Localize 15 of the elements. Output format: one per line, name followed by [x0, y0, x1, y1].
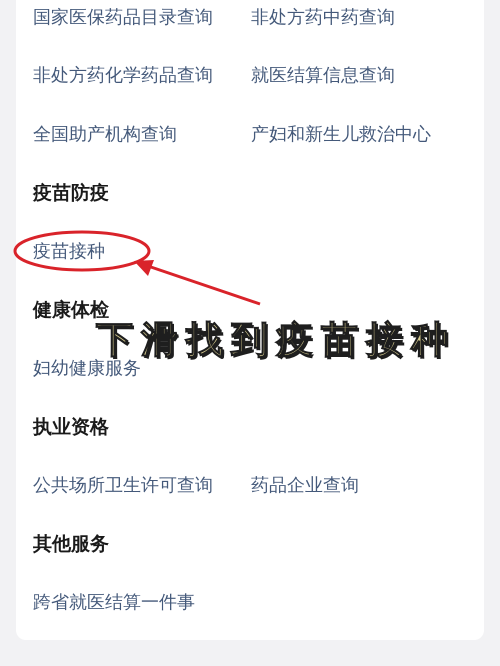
service-link[interactable]: 产妇和新生儿救治中心 — [251, 120, 431, 148]
section-heading: 其他服务 — [33, 532, 109, 556]
service-link[interactable]: 国家医保药品目录查询 — [33, 4, 213, 31]
service-link[interactable]: 就医结算信息查询 — [251, 62, 395, 90]
service-link[interactable]: 跨省就医结算一件事 — [33, 588, 195, 616]
caption-text: 下滑找到疫苗接种 — [96, 321, 456, 358]
service-link[interactable]: 非处方药化学药品查询 — [33, 62, 213, 90]
service-link[interactable]: 疫苗接种 — [33, 238, 105, 265]
service-link[interactable]: 药品企业查询 — [251, 472, 359, 499]
section-heading: 疫苗防疫 — [33, 180, 109, 206]
service-link[interactable]: 公共场所卫生许可查询 — [33, 472, 213, 499]
section-heading: 健康体检 — [33, 298, 109, 322]
section-heading: 执业资格 — [33, 414, 109, 440]
service-link[interactable]: 非处方药中药查询 — [251, 4, 395, 31]
service-link[interactable]: 全国助产机构查询 — [33, 120, 177, 148]
